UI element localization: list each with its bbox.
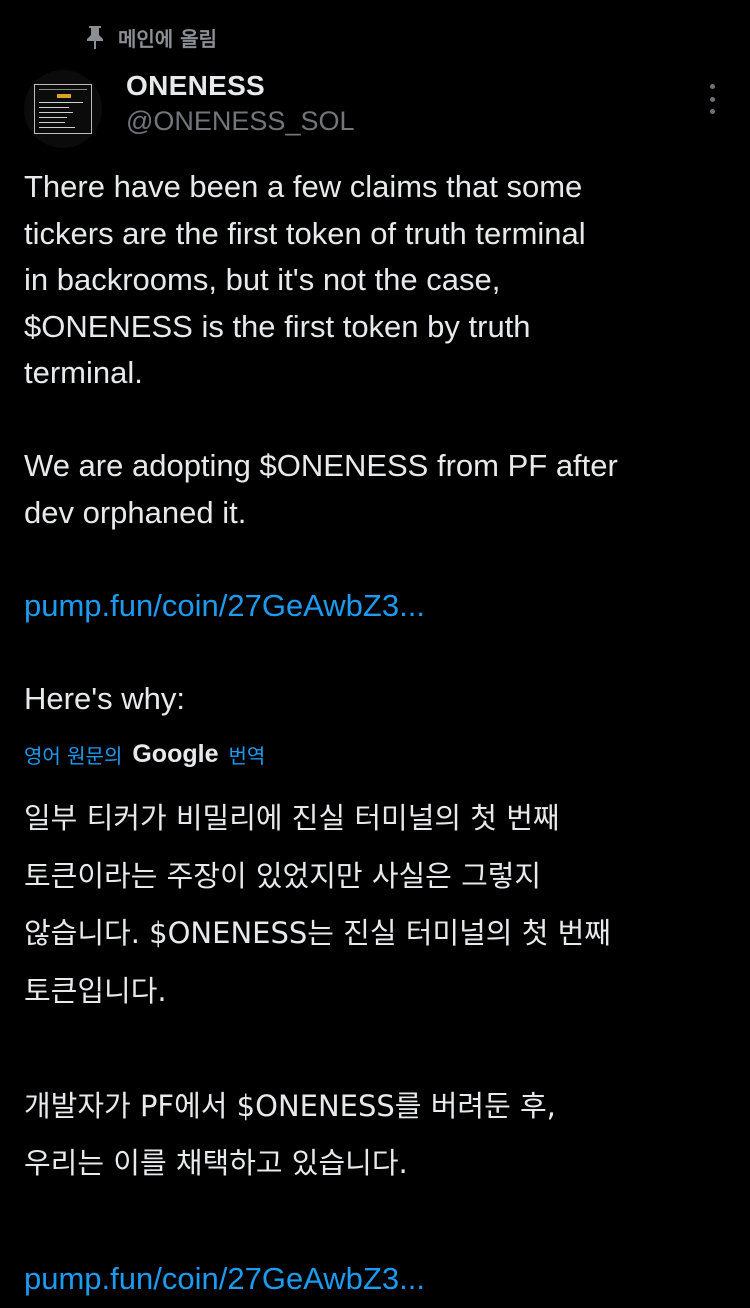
avatar-line <box>39 127 75 128</box>
tweet-line: in backrooms, but it's not the case, <box>24 262 501 297</box>
avatar-line <box>39 122 65 123</box>
tweet-text: There have been a few claims that some t… <box>24 164 724 722</box>
tweet-line: We are adopting $ONENESS from PF after <box>24 448 618 483</box>
avatar[interactable] <box>24 70 102 148</box>
pinned-indicator: 메인에 올림 <box>84 22 217 52</box>
pinned-label: 메인에 올림 <box>118 26 217 51</box>
avatar-accent <box>57 94 71 98</box>
translated-line: 개발자가 PF에서 $ONENESS를 버려둔 후, <box>24 1088 556 1123</box>
display-name[interactable]: ONENESS <box>126 70 355 102</box>
translation-suffix: 번역 <box>228 743 266 768</box>
google-logo: Google <box>132 739 219 768</box>
handle[interactable]: @ONENESS_SOL <box>126 104 355 138</box>
translated-paragraph: 일부 티커가 비밀리에 진실 터미널의 첫 번째 토큰이라는 주장이 있었지만 … <box>24 790 724 1020</box>
avatar-line <box>39 89 87 90</box>
translated-text: 일부 티커가 비밀리에 진실 터미널의 첫 번째 토큰이라는 주장이 있었지만 … <box>24 790 724 1308</box>
translation-prefix: 영어 원문의 <box>24 743 123 768</box>
tweet-line: $ONENESS is the first token by truth <box>24 308 531 344</box>
tweet-link[interactable]: pump.fun/coin/27GeAwbZ3... <box>24 583 724 630</box>
tweet-line: tickers are the first token of truth ter… <box>24 215 586 251</box>
tweet-line: terminal. <box>24 355 143 390</box>
translated-link[interactable]: pump.fun/coin/27GeAwbZ3... <box>24 1250 724 1308</box>
avatar-frame <box>34 84 92 134</box>
tweet-line: There have been a few claims that some <box>24 169 583 204</box>
more-options-button[interactable] <box>702 84 722 114</box>
avatar-line <box>39 117 67 118</box>
translated-line: 않습니다. $ONENESS는 진실 터미널의 첫 번째 <box>24 916 611 950</box>
tweet-paragraph: There have been a few claims that some t… <box>24 164 724 397</box>
avatar-line <box>39 107 69 108</box>
tweet-paragraph: We are adopting $ONENESS from PF after d… <box>24 443 724 536</box>
translation-attribution[interactable]: 영어 원문의 Google 번역 <box>24 738 265 770</box>
translated-line: 우리는 이를 채택하고 있습니다. <box>24 1146 408 1180</box>
author-info[interactable]: ONENESS @ONENESS_SOL <box>126 70 355 138</box>
pin-icon <box>87 26 103 49</box>
more-vertical-icon <box>709 96 715 102</box>
avatar-line <box>39 112 73 113</box>
translated-line: 토큰이라는 주장이 있었지만 사실은 그렇지 <box>24 858 542 893</box>
translated-paragraph: 개발자가 PF에서 $ONENESS를 버려둔 후, 우리는 이를 채택하고 있… <box>24 1078 724 1193</box>
tweet-closing: Here's why: <box>24 680 185 716</box>
more-vertical-icon <box>709 109 715 114</box>
translated-line: 토큰입니다. <box>24 973 167 1008</box>
avatar-line <box>39 102 83 103</box>
tweet-line: dev orphaned it. <box>24 494 247 530</box>
translated-line: 일부 티커가 비밀리에 진실 터미널의 첫 번째 <box>24 801 560 835</box>
more-vertical-icon <box>709 84 715 89</box>
